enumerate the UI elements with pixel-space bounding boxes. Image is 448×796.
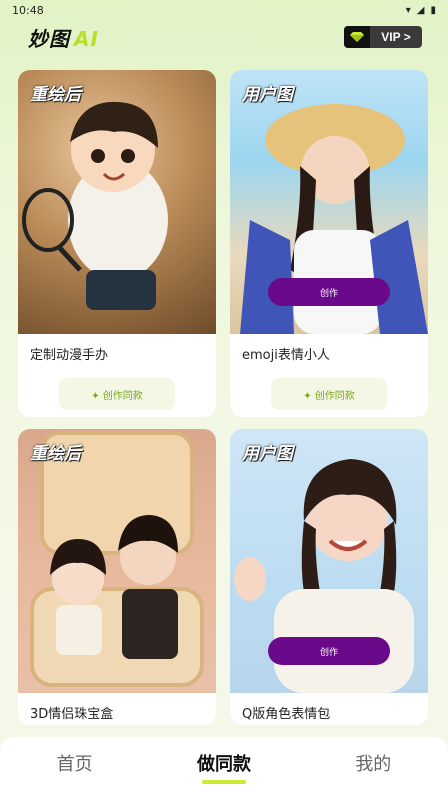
nav-home[interactable]: 首页 [25,750,125,776]
card-tag: 用户图 [242,444,293,464]
diamond-icon [344,26,370,48]
card-title: emoji表情小人 [242,348,330,363]
create-button[interactable]: 创作 [268,278,390,306]
signal-icon: ◢ [416,4,425,16]
app-header: 妙图 AI VIP > [0,20,448,54]
card-title: 3D情侣珠宝盒 [30,707,114,722]
bottom-nav: 首页 做同款 我的 [0,737,448,796]
create-button[interactable]: 创作 [268,637,390,665]
battery-icon: ▮ [430,4,436,16]
status-time: 10:48 [12,3,44,17]
card-title: 定制动漫手办 [30,348,109,363]
jewelry-box-illustration [30,431,204,687]
template-card[interactable]: 重绘后 3D情侣珠宝盒 [18,429,216,725]
logo-ai: AI [74,26,99,51]
logo-text: 妙图 [28,26,70,51]
app-logo: 妙图 AI [28,23,99,52]
card-tag: 重绘后 [30,85,81,105]
template-card[interactable]: 用户图 创作 emoji表情小人 ✦ 创作同款 [230,70,428,417]
card-tag: 用户图 [242,85,293,105]
template-image: 用户图 创作 [230,70,428,334]
template-card[interactable]: 用户图 创作 Q版角色表情包 [230,429,428,725]
status-bar: 10:48 ▾ ◢ ▮ [0,0,448,20]
template-image: 用户图 创作 [230,429,428,693]
vip-button[interactable]: VIP > [344,26,422,48]
make-same-button[interactable]: ✦ 创作同款 [59,378,175,410]
nav-mine[interactable]: 我的 [323,750,423,776]
card-tag: 重绘后 [30,444,81,464]
make-same-button[interactable]: ✦ 创作同款 [271,378,387,410]
figure-illustration [22,101,168,310]
template-card[interactable]: 重绘后 定制动漫手办 ✦ 创作同款 [18,70,216,417]
template-image: 重绘后 [18,70,216,334]
wifi-icon: ▾ [405,4,411,16]
template-image: 重绘后 [18,429,216,693]
nav-make-same[interactable]: 做同款 [174,750,274,784]
template-grid: 重绘后 定制动漫手办 ✦ 创作同款 用户图 创作 emoji表情小人 ✦ 创作同… [18,70,430,725]
status-icons: ▾ ◢ ▮ [406,5,436,16]
vip-label: VIP > [381,30,411,44]
card-title: Q版角色表情包 [242,707,331,722]
